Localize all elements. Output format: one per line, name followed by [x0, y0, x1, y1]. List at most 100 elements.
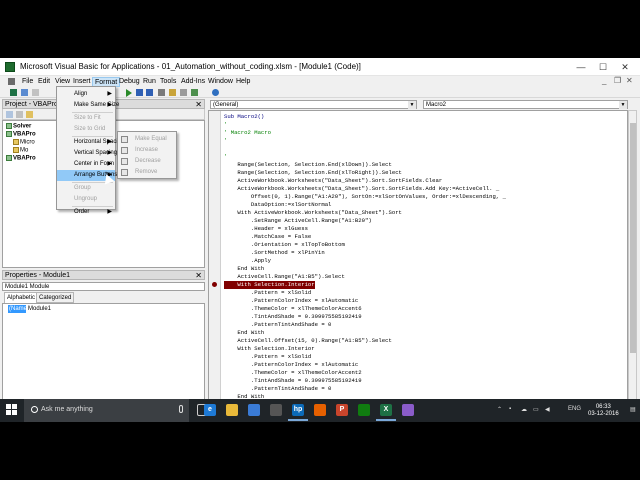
tree-item-solver[interactable]: Solver: [6, 123, 31, 130]
code-line[interactable]: .PatternTintAndShade = 0: [224, 385, 332, 393]
break-icon[interactable]: [136, 89, 143, 96]
code-line[interactable]: Offset(0, 1).Range("A1:A20"), SortOn:=xl…: [224, 193, 506, 201]
menu-window[interactable]: Window: [206, 77, 235, 87]
code-line[interactable]: DataOption:=xlSortNormal: [224, 201, 332, 209]
design-mode-icon[interactable]: [158, 89, 165, 96]
code-line[interactable]: ActiveCell.Range("A1:B5").Select: [224, 273, 344, 281]
insert-module-icon[interactable]: [21, 89, 28, 96]
code-line[interactable]: .MatchCase = False: [224, 233, 311, 241]
code-line[interactable]: .TintAndShade = 0.399975585192419: [224, 377, 362, 385]
code-line[interactable]: .Pattern = xlSolid: [224, 353, 311, 361]
code-line[interactable]: ': [224, 121, 227, 129]
system-clock[interactable]: 06:33 03-12-2016: [588, 404, 619, 418]
procedure-combo[interactable]: Macro2 ▼: [423, 100, 628, 109]
menu-help[interactable]: Help: [234, 77, 252, 87]
network-icon[interactable]: ▪: [509, 406, 511, 412]
code-line[interactable]: Range(Selection, Selection.End(xlToRight…: [224, 169, 402, 177]
code-line[interactable]: .ThemeColor = xlThemeColorAccent6: [224, 305, 362, 313]
format-menu-item-size-to-grid[interactable]: Size to Grid: [57, 124, 115, 135]
properties-panel-close-icon[interactable]: ✕: [195, 271, 202, 281]
properties-window-icon[interactable]: [180, 89, 187, 96]
format-menu-item-make-same-size[interactable]: Make Same Size ▶: [57, 100, 119, 111]
view-code-icon[interactable]: [6, 111, 13, 118]
code-line[interactable]: .Apply: [224, 257, 271, 265]
code-line[interactable]: .SetRange ActiveCell.Range("A1:B20"): [224, 217, 372, 225]
chevron-down-icon[interactable]: ▼: [408, 101, 416, 109]
format-menu-item-size-to-fit[interactable]: Size to Fit: [57, 113, 115, 124]
lock-icon[interactable]: [270, 404, 282, 416]
code-editor[interactable]: Sub Macro2() ' ' Macro2 Macro ' ' Range(Sele…: [208, 110, 628, 410]
xbox-icon[interactable]: [358, 404, 370, 416]
code-line[interactable]: ActiveCell.Offset(15, 0).Range("A1:B5").…: [224, 337, 391, 345]
object-combo[interactable]: (General) ▼: [210, 100, 417, 109]
code-line[interactable]: With ActiveWorkbook.Worksheets("Data_She…: [224, 209, 402, 217]
language-indicator[interactable]: ENG: [568, 406, 581, 412]
code-line[interactable]: .PatternColorIndex = xlAutomatic: [224, 361, 358, 369]
submenu-item-remove[interactable]: Remove: [118, 167, 176, 178]
tree-item-vbaproject[interactable]: VBAPro: [6, 131, 36, 138]
code-line[interactable]: .Pattern = xlSolid: [224, 289, 311, 297]
save-icon[interactable]: [32, 89, 39, 96]
volume-icon[interactable]: ◀: [545, 406, 550, 413]
object-browser-icon[interactable]: [191, 89, 198, 96]
run-icon[interactable]: [126, 89, 132, 97]
firefox-icon[interactable]: [314, 404, 326, 416]
vertical-scrollbar[interactable]: [628, 110, 637, 410]
menu-tools[interactable]: Tools: [158, 77, 178, 87]
code-line[interactable]: .Header = xlGuess: [224, 225, 308, 233]
view-excel-icon[interactable]: [10, 89, 17, 96]
code-line[interactable]: .ThemeColor = xlThemeColorAccent2: [224, 369, 362, 377]
menu-debug[interactable]: Debug: [117, 77, 142, 87]
code-line[interactable]: .PatternTintAndShade = 0: [224, 321, 332, 329]
code-line[interactable]: End With: [224, 329, 264, 337]
notifications-icon[interactable]: ▤: [630, 406, 636, 413]
minimize-button[interactable]: —: [570, 58, 592, 76]
format-menu-item-order[interactable]: Order ▶: [57, 207, 115, 218]
format-menu-item-align[interactable]: Align ▶: [57, 89, 115, 100]
property-value[interactable]: Module1: [28, 305, 51, 313]
format-menu-item-horizontal-spacing[interactable]: Horizontal Spacing ▶: [57, 137, 124, 148]
format-menu-item-ungroup[interactable]: Ungroup: [57, 194, 115, 205]
code-line[interactable]: End With: [224, 265, 264, 273]
help-icon[interactable]: [212, 89, 219, 96]
reset-icon[interactable]: [146, 89, 153, 96]
tree-item-modules[interactable]: Mo: [13, 147, 28, 154]
properties-object-select[interactable]: Module1 Module: [2, 282, 205, 291]
code-line[interactable]: ': [224, 153, 227, 161]
code-line[interactable]: Sub Macro2(): [224, 113, 264, 121]
store-icon[interactable]: [248, 404, 260, 416]
toggle-folders-icon[interactable]: [26, 111, 33, 118]
battery-icon[interactable]: ▭: [533, 406, 539, 413]
file-explorer-icon[interactable]: [226, 404, 238, 416]
code-line[interactable]: .Orientation = xlTopToBottom: [224, 241, 345, 249]
code-line[interactable]: ' Macro2 Macro: [224, 129, 271, 137]
mdi-minimize-button[interactable]: _: [602, 76, 606, 85]
code-line[interactable]: ActiveWorkbook.Worksheets("Data_Sheet").…: [224, 185, 499, 193]
chevron-down-icon[interactable]: ▼: [619, 101, 627, 109]
property-row-name[interactable]: (Name) Module1: [3, 305, 204, 313]
code-line[interactable]: ': [224, 137, 227, 145]
submenu-item-make-equal[interactable]: Make Equal: [118, 134, 176, 145]
format-menu-item-center-in-form[interactable]: Center in Form ▶: [57, 159, 115, 170]
format-menu-item-vertical-spacing[interactable]: Vertical Spacing ▶: [57, 148, 117, 159]
code-line[interactable]: .PatternColorIndex = xlAutomatic: [224, 297, 358, 305]
scroll-thumb[interactable]: [630, 123, 636, 353]
project-explorer-icon[interactable]: [169, 89, 176, 96]
breakpoint-dot-icon[interactable]: [212, 282, 217, 287]
hp-icon[interactable]: hp: [288, 404, 308, 421]
search-box[interactable]: Ask me anything: [24, 399, 189, 422]
excel-icon[interactable]: X: [376, 404, 396, 421]
code-line[interactable]: With Selection.Interior: [224, 345, 314, 353]
powerpoint-icon[interactable]: P: [336, 404, 348, 416]
module-icon[interactable]: [8, 78, 15, 85]
edge-icon[interactable]: e: [204, 404, 216, 416]
submenu-item-increase[interactable]: Increase: [118, 145, 176, 156]
microphone-icon[interactable]: [179, 405, 183, 413]
code-line[interactable]: .SortMethod = xlPinYin: [224, 249, 325, 257]
tree-item-vbaproject-2[interactable]: VBAPro: [6, 155, 36, 162]
format-menu-item-group[interactable]: Group: [57, 183, 115, 194]
code-line-breakpoint[interactable]: With Selection.Interior: [224, 281, 315, 289]
menu-file[interactable]: File: [20, 77, 35, 87]
paint-icon[interactable]: [402, 404, 414, 416]
tab-categorized[interactable]: Categorized: [36, 292, 75, 303]
